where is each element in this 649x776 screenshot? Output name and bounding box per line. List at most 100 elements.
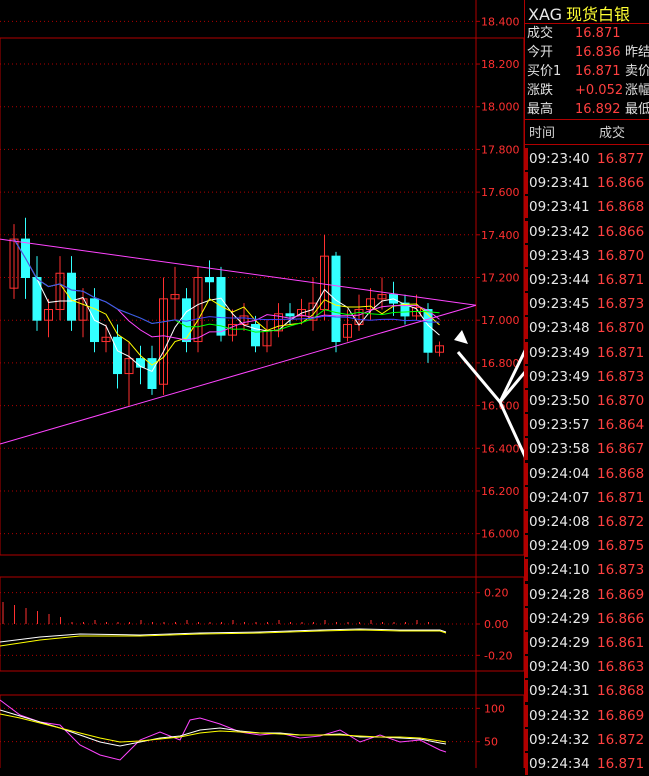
tick-row-marker bbox=[525, 728, 528, 751]
tick-time: 09:24:04 bbox=[529, 465, 590, 482]
tick-row-marker bbox=[525, 559, 528, 582]
tick-price: 16.877 bbox=[597, 151, 645, 167]
moving-average-line bbox=[13, 238, 440, 366]
tick-price: 16.871 bbox=[597, 756, 645, 772]
macd-tick-label: 0.00 bbox=[484, 618, 509, 631]
tick-row: 09:24:28 16.869 bbox=[529, 583, 644, 607]
tick-time: 09:24:08 bbox=[529, 514, 590, 530]
tick-price: 16.864 bbox=[597, 417, 645, 434]
tick-row-marker bbox=[525, 462, 528, 485]
tick-row: 09:24:32 16.872 bbox=[529, 728, 644, 752]
tick-time: 09:23:40 bbox=[529, 151, 590, 167]
quote-label: 涨跌 bbox=[527, 83, 554, 98]
macd-tick-label: -0.20 bbox=[484, 649, 512, 662]
tick-price: 16.866 bbox=[597, 610, 645, 627]
instrument-name: 现货白银 bbox=[566, 5, 631, 24]
tick-price: 16.871 bbox=[597, 272, 645, 288]
tick-time: 09:24:31 bbox=[529, 683, 590, 700]
tick-row-marker bbox=[525, 414, 528, 437]
tick-row: 09:23:41 16.868 bbox=[529, 195, 644, 219]
tick-price: 16.861 bbox=[597, 635, 645, 651]
tick-row-marker bbox=[525, 317, 528, 340]
kdj-panel-frame bbox=[0, 694, 524, 768]
tick-row-marker bbox=[525, 680, 528, 703]
tick-row: 09:24:32 16.869 bbox=[529, 704, 644, 728]
ticks-header-price: 成交 bbox=[599, 126, 626, 141]
tick-time: 09:23:49 bbox=[529, 368, 590, 385]
price-tick-label: 16.200 bbox=[481, 485, 520, 498]
tick-row: 09:23:57 16.864 bbox=[529, 413, 644, 437]
price-tick-label: 17.600 bbox=[481, 186, 520, 199]
tick-time: 09:23:41 bbox=[529, 199, 590, 216]
quote-value: +0.052 bbox=[575, 83, 624, 98]
quote-value: 16.871 bbox=[575, 26, 621, 41]
price-panel-frame bbox=[0, 37, 524, 556]
tick-row: 09:24:29 16.866 bbox=[529, 607, 644, 631]
tick-row-marker bbox=[525, 244, 528, 267]
price-tick-label: 17.200 bbox=[481, 272, 520, 285]
price-tick-label: 16.800 bbox=[481, 357, 520, 370]
tick-time: 09:23:42 bbox=[529, 223, 590, 240]
instrument-code: XAG bbox=[528, 5, 563, 24]
tick-row: 09:24:04 16.868 bbox=[529, 462, 644, 486]
tick-time: 09:23:48 bbox=[529, 320, 590, 337]
tick-time: 09:23:43 bbox=[529, 247, 590, 264]
price-tick-label: 18.200 bbox=[481, 58, 520, 71]
tick-row-marker bbox=[525, 632, 528, 654]
quote-row: 涨跌 +0.052 涨幅 bbox=[527, 81, 649, 100]
quote-label: 今开 bbox=[527, 45, 554, 60]
tick-price: 16.868 bbox=[597, 199, 645, 216]
tick-time: 09:23:41 bbox=[529, 175, 590, 192]
tick-row-marker bbox=[525, 293, 528, 316]
tick-time: 09:24:09 bbox=[529, 538, 590, 555]
tick-price: 16.875 bbox=[597, 538, 645, 555]
price-tick-label: 17.000 bbox=[481, 314, 520, 327]
tick-row: 09:24:34 16.871 bbox=[529, 752, 644, 776]
quote-row: 买价1 16.871 卖价 bbox=[527, 62, 649, 81]
candle-body bbox=[423, 309, 433, 353]
candle-body bbox=[285, 313, 295, 317]
price-tick-label: 17.400 bbox=[481, 229, 520, 242]
price-tick-label: 18.400 bbox=[481, 15, 520, 28]
tick-price: 16.868 bbox=[597, 683, 645, 700]
quote-value: 16.892 bbox=[575, 102, 621, 117]
tick-row-marker bbox=[525, 341, 528, 364]
quote-label-2: 昨结 bbox=[625, 45, 649, 60]
tick-row: 09:23:49 16.873 bbox=[529, 365, 644, 389]
ticks-header-time: 时间 bbox=[529, 126, 556, 141]
kdj-tick-label: 100 bbox=[484, 702, 505, 715]
tick-row-marker bbox=[525, 607, 528, 630]
tick-time: 09:23:44 bbox=[529, 272, 590, 288]
tick-time: 09:24:28 bbox=[529, 586, 590, 603]
tick-price: 16.872 bbox=[597, 731, 645, 748]
tick-time: 09:24:34 bbox=[529, 756, 590, 772]
kdj-tick-label: 50 bbox=[484, 736, 498, 749]
tick-row-marker bbox=[525, 148, 528, 170]
tick-row: 09:23:40 16.877 bbox=[529, 147, 644, 171]
tick-price: 16.873 bbox=[597, 368, 645, 385]
tick-row-marker bbox=[525, 535, 528, 558]
tick-row-marker bbox=[525, 656, 528, 679]
tick-price: 16.871 bbox=[597, 489, 645, 506]
instrument-title: XAG 现货白银 bbox=[528, 1, 630, 25]
moving-average-line bbox=[13, 238, 440, 324]
tick-row-marker bbox=[525, 172, 528, 195]
moving-average-line bbox=[13, 238, 440, 341]
tick-row: 09:23:42 16.866 bbox=[529, 220, 644, 244]
kline-chart-area[interactable]: 18.400 18.200 18.000 17.800 17.600 17.400 17.2… bbox=[0, 0, 524, 768]
tick-row: 09:23:45 16.873 bbox=[529, 292, 644, 316]
tick-time: 09:23:50 bbox=[529, 393, 590, 409]
quote-row: 最高 16.892 最低 bbox=[527, 100, 649, 119]
quote-value: 16.836 bbox=[575, 45, 621, 60]
tick-row-marker bbox=[525, 511, 528, 533]
tick-price: 16.868 bbox=[597, 465, 645, 482]
tick-row: 09:24:10 16.873 bbox=[529, 558, 644, 582]
tick-row-marker bbox=[525, 438, 528, 461]
tick-price: 16.869 bbox=[597, 586, 645, 603]
tick-row-marker bbox=[525, 365, 528, 388]
quote-row: 成交 16.871 bbox=[527, 24, 625, 43]
tick-row-marker bbox=[525, 390, 528, 412]
tick-row-marker bbox=[525, 583, 528, 606]
tick-row: 09:24:08 16.872 bbox=[529, 510, 644, 534]
candle-body bbox=[205, 277, 214, 283]
